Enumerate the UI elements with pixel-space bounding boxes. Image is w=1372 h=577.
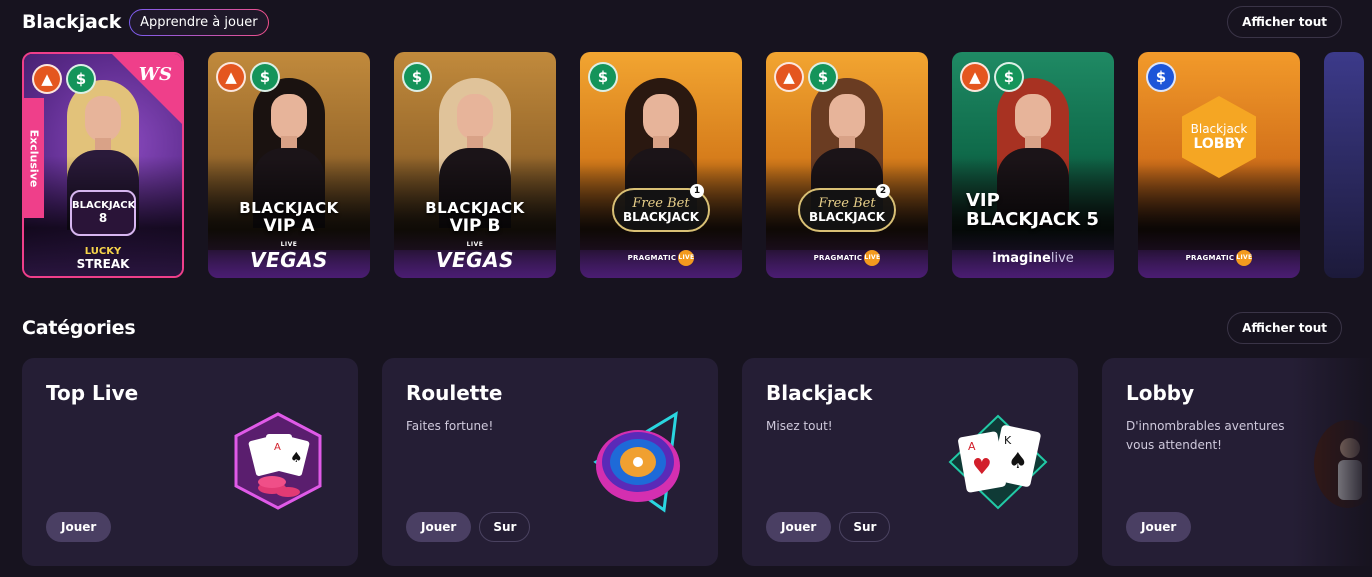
play-button[interactable]: Jouer: [766, 512, 832, 542]
game-tile-blackjack-vip-a[interactable]: ▲ $ BLACKJACK VIP A LIVE VEGAS: [208, 52, 370, 278]
game-logo: BLACKJACK VIP A: [239, 199, 339, 236]
game-tile-blackjack-vip-b[interactable]: $ BLACKJACK VIP B LIVE VEGAS: [394, 52, 556, 278]
fire-icon: ▲: [32, 64, 62, 94]
category-title: Roulette: [406, 381, 503, 405]
category-card-roulette[interactable]: Roulette Faites fortune! Jouer Sur: [382, 358, 718, 566]
more-button[interactable]: Sur: [839, 512, 891, 542]
category-subtitle: Faites fortune!: [406, 419, 494, 433]
game-logo: BLACKJACK VIP B: [425, 199, 525, 236]
live-vegas-logo: LIVE VEGAS: [436, 241, 514, 273]
pragmatic-live-logo: PRAGMATIC LIVE: [766, 250, 928, 266]
section-title-blackjack: Blackjack: [22, 11, 122, 33]
category-title: Blackjack: [766, 381, 873, 405]
svg-text:♠: ♠: [1008, 449, 1028, 474]
game-badges: ▲ $: [774, 62, 838, 92]
exclusive-ribbon: Exclusive: [24, 98, 44, 218]
game-badges: $: [588, 62, 618, 92]
free-bet-blackjack-logo: Free Bet BLACKJACK 1: [612, 184, 710, 232]
play-button[interactable]: Jouer: [1126, 512, 1192, 542]
category-title: Top Live: [46, 381, 139, 405]
game-badges: ▲ $: [216, 62, 280, 92]
game-badges: $: [1146, 62, 1176, 92]
categories-section-header: Catégories Afficher tout: [22, 312, 1342, 344]
fire-icon: ▲: [774, 62, 804, 92]
game-tile-vip-blackjack-5[interactable]: ▲ $ VIP BLACKJACK 5 imaginelive: [952, 52, 1114, 278]
lucky-streak-logo: LUCKY STREAK: [76, 246, 130, 271]
categories-carousel: Top Live A ♠ Jouer Roulette Faites fortu…: [22, 358, 1372, 566]
category-card-top-live[interactable]: Top Live A ♠ Jouer: [22, 358, 358, 566]
playing-cards-icon: A ♥ K ♠: [948, 414, 1048, 510]
svg-text:A: A: [968, 440, 976, 453]
show-all-blackjack-button[interactable]: Afficher tout: [1227, 6, 1342, 38]
game-tile-partial[interactable]: [1324, 52, 1364, 278]
dollar-icon: $: [994, 62, 1024, 92]
blackjack-header-left: Blackjack Apprendre à jouer: [22, 9, 269, 36]
dollar-icon: $: [250, 62, 280, 92]
learn-to-play-button[interactable]: Apprendre à jouer: [129, 9, 268, 36]
pragmatic-live-logo: PRAGMATIC LIVE: [1138, 250, 1300, 266]
fire-icon: ▲: [216, 62, 246, 92]
show-all-categories-button[interactable]: Afficher tout: [1227, 312, 1342, 344]
ws-studio-logo: WS: [138, 64, 172, 85]
svg-text:♠: ♠: [290, 450, 303, 466]
game-logo: VIP BLACKJACK 5: [966, 190, 1099, 230]
play-button[interactable]: Jouer: [406, 512, 472, 542]
svg-text:K: K: [1004, 434, 1012, 447]
free-bet-blackjack-logo: Free Bet BLACKJACK 2: [798, 184, 896, 232]
pragmatic-live-logo: PRAGMATIC LIVE: [580, 250, 742, 266]
category-subtitle: D'innombrables aventures vous attendent!: [1126, 419, 1285, 452]
game-tile-blackjack-lobby[interactable]: $ Blackjack LOBBY PRAGMATIC LIVE: [1138, 52, 1300, 278]
game-tile-free-bet-blackjack-1[interactable]: $ Free Bet BLACKJACK 1 PRAGMATIC LIVE: [580, 52, 742, 278]
dollar-icon: $: [588, 62, 618, 92]
game-badges: ▲ $: [960, 62, 1024, 92]
more-button[interactable]: Sur: [479, 512, 531, 542]
svg-text:A: A: [274, 442, 281, 453]
blackjack-games-carousel: Exclusive ▲ $ WS BLACKJACK 8 LUCKY STREA…: [22, 52, 1372, 278]
section-title-categories: Catégories: [22, 317, 136, 339]
svg-text:♥: ♥: [972, 455, 992, 480]
roulette-wheel-icon: [593, 411, 680, 513]
blackjack-section-header: Blackjack Apprendre à jouer Afficher tou…: [22, 6, 1342, 38]
category-card-blackjack[interactable]: Blackjack Misez tout! A ♥ K ♠ Jouer Sur: [742, 358, 1078, 566]
sync-dollar-icon: $: [1146, 62, 1176, 92]
category-title: Lobby: [1126, 381, 1195, 405]
fire-icon: ▲: [960, 62, 990, 92]
game-tile-free-bet-blackjack-2[interactable]: ▲ $ Free Bet BLACKJACK 2 PRAGMATIC LIVE: [766, 52, 928, 278]
blackjack-8-logo: BLACKJACK 8: [70, 190, 136, 236]
imagine-live-logo: imaginelive: [992, 251, 1074, 266]
category-subtitle: Misez tout!: [766, 419, 833, 433]
dollar-icon: $: [66, 64, 96, 94]
play-button[interactable]: Jouer: [46, 512, 112, 542]
game-badges: $: [402, 62, 432, 92]
cards-chips-icon: A ♠: [234, 412, 322, 510]
dollar-icon: $: [808, 62, 838, 92]
game-badges: ▲ $: [32, 64, 96, 94]
live-vegas-logo: LIVE VEGAS: [250, 241, 328, 273]
dollar-icon: $: [402, 62, 432, 92]
game-tile-blackjack-8[interactable]: Exclusive ▲ $ WS BLACKJACK 8 LUCKY STREA…: [22, 52, 184, 278]
